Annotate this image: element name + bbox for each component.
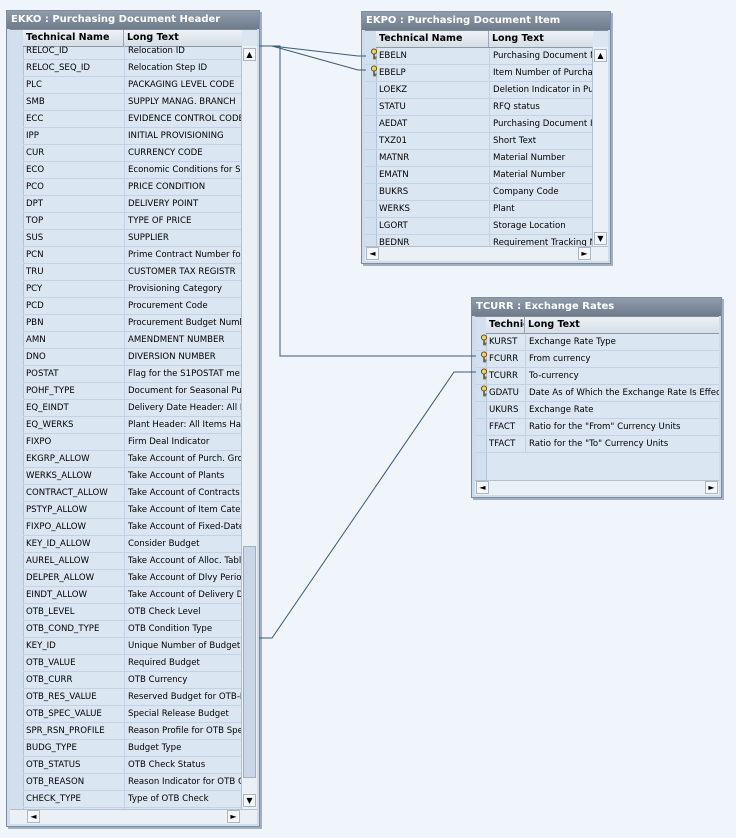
- link-ekko-tcurr-fcurr: [270, 45, 476, 357]
- link-ekko-ebeln: [259, 45, 366, 57]
- link-ekko-tcurr-otb-curr: [259, 371, 476, 639]
- relationship-lines: [259, 45, 476, 639]
- link-ekko-ebelp: [259, 45, 366, 71]
